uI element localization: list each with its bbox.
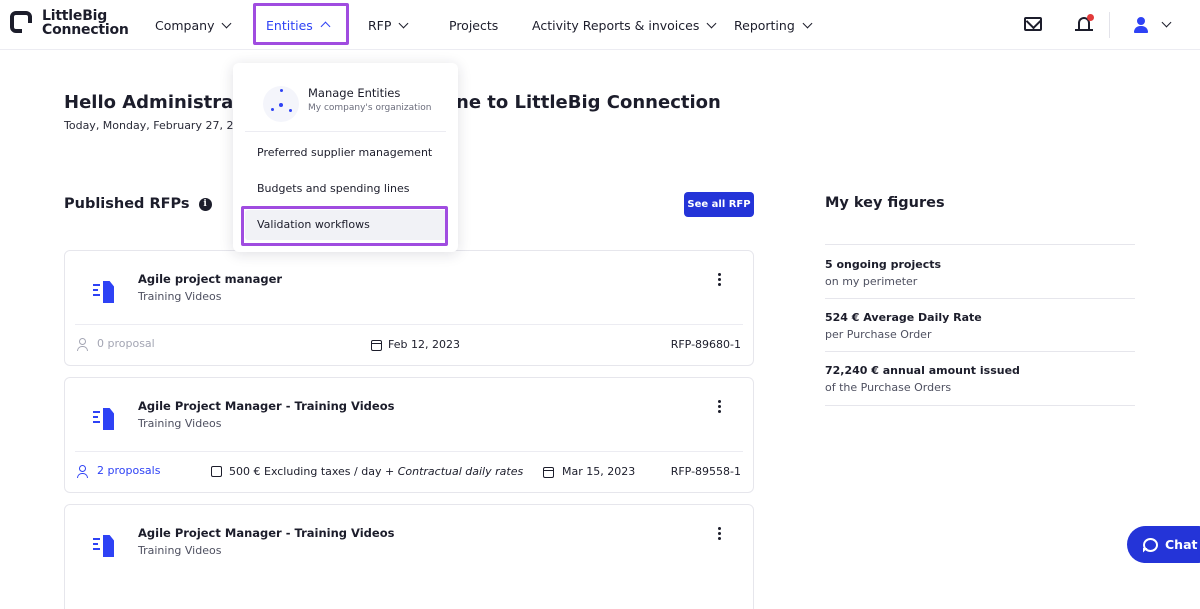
- person-icon: [77, 465, 88, 478]
- daily-rate-value: 500 € Excluding taxes / day: [229, 465, 382, 478]
- rfp-date: Mar 15, 2023: [562, 465, 636, 478]
- greeting-start: Hello Administrato: [64, 92, 255, 113]
- logo-text: LittleBig Connection: [42, 8, 129, 38]
- chat-label: Chat: [1165, 537, 1198, 552]
- nav-activity-reports-label: Activity Reports & invoices: [532, 17, 700, 33]
- manage-entities-title: Manage Entities: [308, 86, 401, 100]
- document-icon: [93, 535, 117, 557]
- rfp-subtitle: Training Videos: [138, 417, 222, 430]
- rfp-title[interactable]: Agile project manager: [138, 272, 282, 286]
- chevron-down-icon: [802, 18, 813, 28]
- rfp-subtitle: Training Videos: [138, 544, 222, 557]
- see-all-rfp-button[interactable]: See all RFP: [684, 192, 754, 217]
- rfp-card[interactable]: Agile project manager Training Videos 0 …: [64, 250, 754, 366]
- document-icon: [93, 408, 117, 430]
- calendar-icon: [543, 467, 554, 478]
- logo-icon: [10, 11, 34, 35]
- chat-button[interactable]: Chat: [1127, 526, 1200, 563]
- rfp-card[interactable]: Agile Project Manager - Training Videos …: [64, 377, 754, 493]
- menu-item-budgets[interactable]: Budgets and spending lines: [245, 174, 446, 204]
- divider: [825, 405, 1135, 406]
- nav-projects-label: Projects: [449, 17, 499, 33]
- rfp-reference: RFP-89558-1: [670, 465, 741, 478]
- published-rfps-title: Published RFPs i: [64, 196, 212, 212]
- nav-reporting-label: Reporting: [734, 17, 795, 33]
- network-icon: [263, 86, 299, 122]
- key-figures-title: My key figures: [825, 195, 945, 211]
- nav-entities-highlight: [253, 3, 349, 45]
- rfp-card-footer: 0 proposal Feb 12, 2023 RFP-89680-1: [75, 335, 741, 355]
- nav-activity-reports[interactable]: Activity Reports & invoices: [522, 0, 725, 50]
- menu-item-preferred-supplier[interactable]: Preferred supplier management: [245, 138, 446, 168]
- published-rfps-label: Published RFPs: [64, 196, 190, 212]
- nav-company-label: Company: [155, 17, 215, 33]
- validation-workflows-highlight: [241, 206, 448, 246]
- rfp-subtitle: Training Videos: [138, 290, 222, 303]
- page-title: Hello Administrato ne to LittleBig Conne…: [64, 92, 721, 113]
- divider: [825, 244, 1135, 245]
- chevron-down-icon: [398, 18, 409, 28]
- nav-rfp[interactable]: RFP: [358, 0, 417, 50]
- manage-entities-subtitle: My company's organization: [308, 103, 432, 113]
- nav-reporting[interactable]: Reporting: [724, 0, 821, 50]
- more-options-icon[interactable]: [718, 400, 722, 415]
- header-divider: [1109, 12, 1110, 38]
- divider: [75, 451, 743, 452]
- divider: [825, 351, 1135, 352]
- key-figure-label: per Purchase Order: [825, 328, 932, 341]
- daily-rate-extra: + Contractual daily rates: [384, 465, 524, 478]
- bell-icon[interactable]: [1075, 14, 1094, 34]
- divider: [825, 298, 1135, 299]
- more-options-icon[interactable]: [718, 527, 722, 542]
- rfp-date: Feb 12, 2023: [388, 338, 460, 351]
- top-header: LittleBig Connection Company Entities RF…: [0, 0, 1200, 50]
- more-options-icon[interactable]: [718, 273, 722, 288]
- nav-company[interactable]: Company: [145, 0, 240, 50]
- logo[interactable]: LittleBig Connection: [10, 9, 129, 37]
- coins-icon: [211, 466, 222, 477]
- divider: [245, 131, 446, 132]
- rfp-title[interactable]: Agile Project Manager - Training Videos: [138, 399, 394, 413]
- key-figure-value: 524 € Average Daily Rate: [825, 311, 982, 324]
- proposal-count: 0 proposal: [97, 337, 155, 350]
- key-figure-label: of the Purchase Orders: [825, 381, 952, 394]
- chevron-down-icon: [706, 18, 717, 28]
- daily-rate: 500 € Excluding taxes / day + Contractua…: [229, 465, 523, 478]
- key-figure-value: 72,240 € annual amount issued: [825, 364, 1020, 377]
- rfp-card-footer: 2 proposals 500 € Excluding taxes / day …: [75, 462, 741, 482]
- rfp-title[interactable]: Agile Project Manager - Training Videos: [138, 526, 394, 540]
- user-icon[interactable]: [1134, 17, 1148, 33]
- divider: [75, 324, 743, 325]
- today-date: Today, Monday, February 27, 202: [64, 119, 248, 132]
- chevron-down-icon: [222, 18, 232, 28]
- notification-dot: [1087, 14, 1094, 21]
- proposal-count-link[interactable]: 2 proposals: [97, 464, 160, 477]
- key-figure-label: on my perimeter: [825, 275, 918, 288]
- chat-icon: [1143, 537, 1158, 552]
- nav-projects[interactable]: Projects: [439, 0, 508, 50]
- key-figure-value: 5 ongoing projects: [825, 258, 942, 271]
- calendar-icon: [371, 340, 382, 351]
- greeting-end: ne to LittleBig Connection: [456, 92, 721, 113]
- rfp-reference: RFP-89680-1: [670, 338, 741, 351]
- nav-rfp-label: RFP: [368, 17, 392, 33]
- info-icon[interactable]: i: [198, 197, 212, 211]
- document-icon: [93, 281, 117, 303]
- chevron-down-icon[interactable]: [1161, 17, 1172, 28]
- mail-icon[interactable]: [1024, 17, 1042, 31]
- rfp-card[interactable]: Agile Project Manager - Training Videos …: [64, 504, 754, 609]
- person-icon: [77, 338, 88, 351]
